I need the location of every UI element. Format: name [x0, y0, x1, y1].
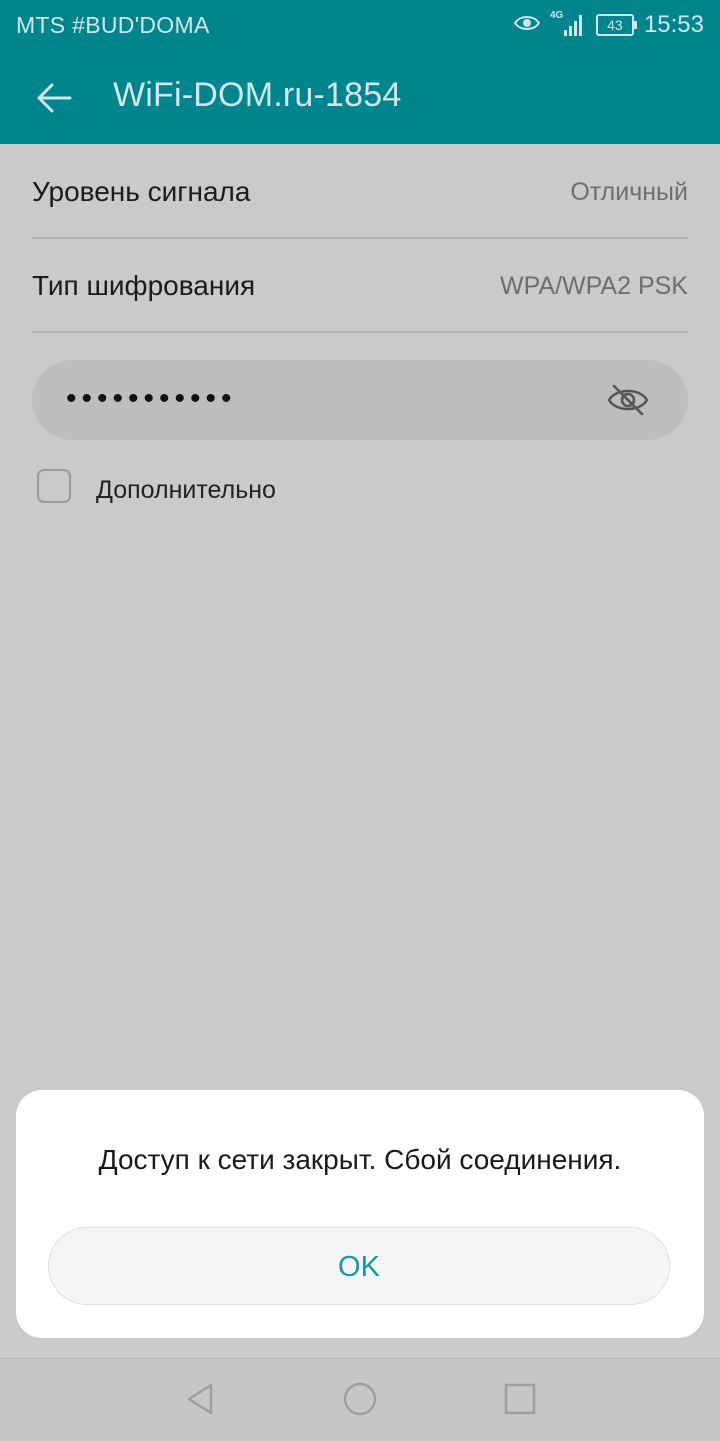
eye-icon — [513, 13, 541, 38]
advanced-label: Дополнительно — [96, 476, 276, 504]
nav-home-button[interactable] — [340, 1379, 380, 1419]
eye-off-icon — [607, 384, 649, 416]
detail-row-encryption: Тип шифрования WPA/WPA2 PSK — [32, 238, 688, 333]
clock: 15:53 — [643, 11, 704, 38]
status-icons: 4G 43 15:53 — [513, 10, 704, 40]
page-title: WiFi-DOM.ru-1854 — [113, 76, 402, 114]
detail-label: Уровень сигнала — [32, 176, 251, 207]
detail-row-signal: Уровень сигнала Отличный — [32, 144, 688, 239]
detail-value: Отличный — [570, 178, 688, 206]
signal-icon — [563, 15, 582, 36]
carrier-name: MTS #BUD'DOMA — [16, 12, 210, 38]
password-field[interactable]: ••••••••••• — [32, 360, 688, 440]
nav-recents-icon — [504, 1383, 536, 1415]
status-bar: MTS #BUD'DOMA 4G 43 15:53 — [0, 0, 720, 50]
dialog-message: Доступ к сети закрыт. Сбой соединения. — [98, 1144, 622, 1175]
advanced-option[interactable]: Дополнительно — [36, 468, 436, 508]
password-visibility-toggle[interactable] — [606, 378, 650, 422]
nav-back-icon — [187, 1383, 213, 1415]
signal-group: 4G — [550, 10, 586, 38]
nav-back-button[interactable] — [180, 1379, 220, 1419]
back-button[interactable] — [24, 68, 84, 128]
arrow-back-icon — [37, 83, 72, 113]
error-dialog: Доступ к сети закрыт. Сбой соединения. O… — [16, 1090, 704, 1338]
advanced-checkbox[interactable] — [37, 469, 71, 503]
app-bar: WiFi-DOM.ru-1854 — [0, 50, 720, 144]
detail-value: WPA/WPA2 PSK — [499, 272, 688, 300]
navigation-bar — [0, 1358, 720, 1441]
nav-home-icon — [343, 1382, 377, 1416]
ok-button[interactable]: OK — [48, 1227, 670, 1305]
detail-label: Тип шифрования — [32, 270, 256, 301]
nav-recents-button[interactable] — [500, 1379, 540, 1419]
battery-icon: 43 — [595, 14, 637, 36]
password-value[interactable]: ••••••••••• — [66, 382, 237, 416]
